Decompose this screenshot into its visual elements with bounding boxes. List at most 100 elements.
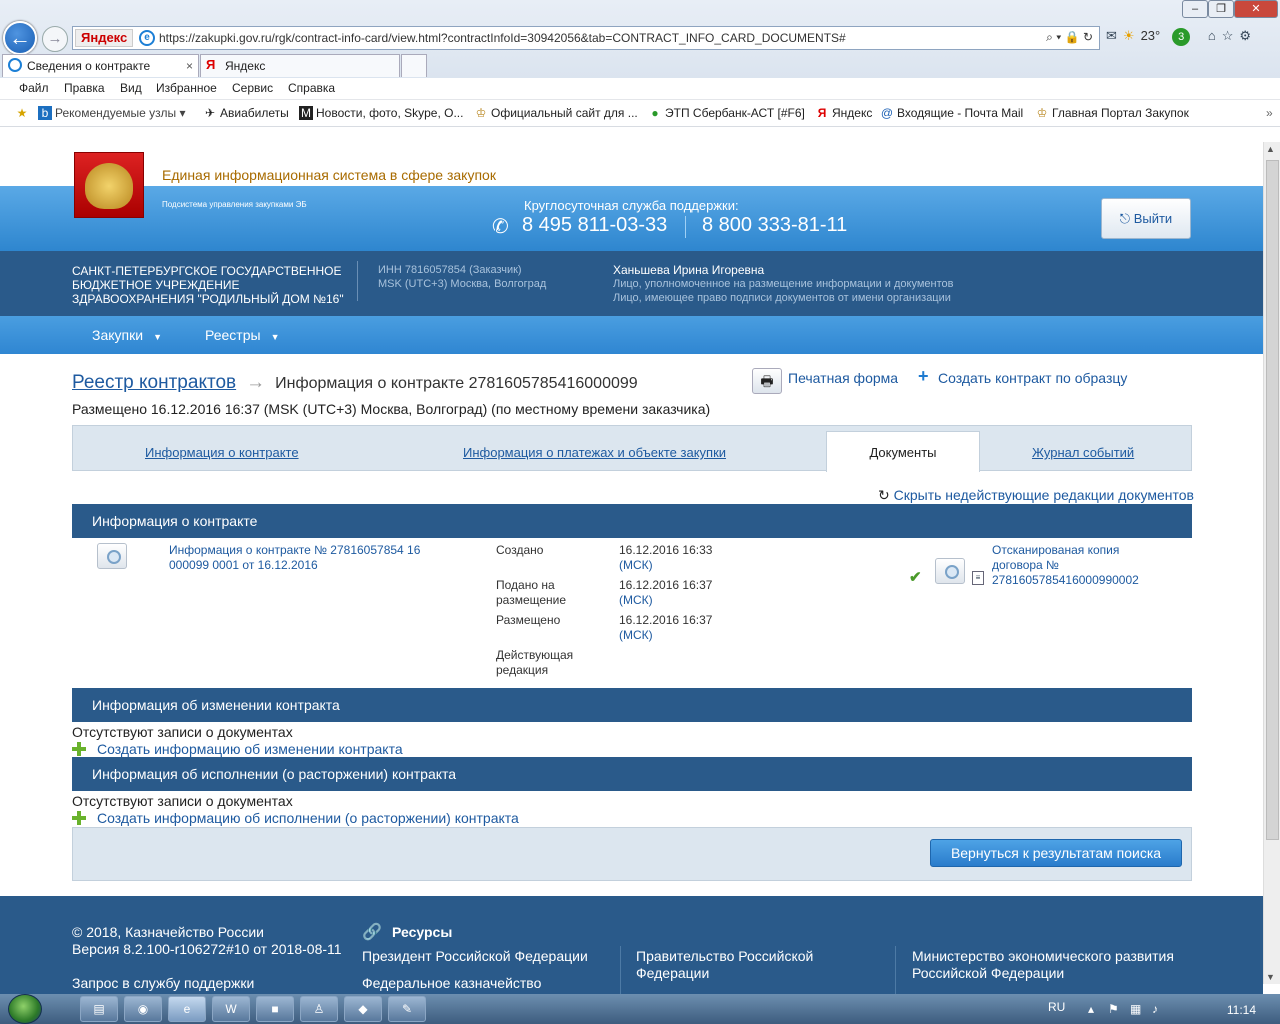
tab-close-icon[interactable]: × xyxy=(186,55,193,77)
print-button[interactable]: 🖶 xyxy=(752,368,782,394)
refresh-icon[interactable]: ↻ xyxy=(1083,30,1093,44)
footer-link-treasury[interactable]: Федеральное казначейство xyxy=(362,975,541,992)
arrow-up-tray-icon[interactable]: ▴ xyxy=(1088,1002,1094,1016)
lock-icon[interactable]: 🔒 xyxy=(1065,30,1080,44)
menu-edit[interactable]: Правка xyxy=(64,81,105,95)
fav-official-site[interactable]: ♔ Официальный сайт для ... xyxy=(474,106,638,120)
create-change-link[interactable]: Создать информацию об изменении контракт… xyxy=(97,741,403,757)
tab-payments[interactable]: Информация о платежах и объекте закупки xyxy=(463,445,726,460)
plus-icon[interactable]: + xyxy=(918,366,929,387)
footer-divider xyxy=(895,946,896,994)
gear-icon[interactable]: ⚙ xyxy=(1239,28,1251,43)
maximize-button[interactable]: ❐ xyxy=(1208,0,1234,18)
back-button[interactable]: ← xyxy=(3,21,37,55)
menu-view[interactable]: Вид xyxy=(120,81,142,95)
forward-button[interactable]: → xyxy=(42,26,68,52)
taskbar-word[interactable]: W xyxy=(212,996,250,1022)
document-view-button[interactable] xyxy=(97,543,127,569)
create-contract-link[interactable]: Создать контракт по образцу xyxy=(938,370,1127,386)
notify-badge[interactable]: 3 xyxy=(1172,28,1191,46)
organization-details: ИНН 7816057854 (Заказчик) MSK (UTC+3) Мос… xyxy=(378,263,546,291)
page-title: Информация о контракте 27816057854160000… xyxy=(275,375,638,392)
footer-link-government[interactable]: Правительство Российской Федерации xyxy=(636,948,866,982)
contract-document-link[interactable]: Информация о контракте № 27816057854 16 … xyxy=(169,543,429,573)
dropdown-icon[interactable]: ▾ xyxy=(1056,30,1061,44)
scrollbar-thumb[interactable] xyxy=(1266,160,1279,840)
browser-tab-yandex[interactable]: Я Яндекс xyxy=(200,54,400,77)
taskbar-app-cube[interactable]: ◆ xyxy=(344,996,382,1022)
star-icon[interactable]: ☆ xyxy=(1222,28,1234,43)
home-icon[interactable]: ⌂ xyxy=(1208,28,1216,43)
page-scrollbar[interactable]: ▲ ▼ xyxy=(1263,142,1280,984)
close-window-button[interactable]: ✕ xyxy=(1234,0,1278,18)
yandex-search-badge[interactable]: Яндекс xyxy=(75,29,134,47)
fav-yandex[interactable]: Я Яндекс xyxy=(815,106,873,120)
taskbar-chrome[interactable]: ◉ xyxy=(124,996,162,1022)
scroll-up-icon[interactable]: ▲ xyxy=(1266,144,1275,154)
coat-of-arms-logo[interactable] xyxy=(74,152,144,218)
start-button[interactable] xyxy=(8,994,42,1024)
scan-view-button[interactable] xyxy=(935,558,965,584)
taskbar-explorer[interactable]: ▤ xyxy=(80,996,118,1022)
footer-link-ministry[interactable]: Министерство экономического развития Рос… xyxy=(912,948,1212,982)
mail-icon[interactable]: ✉ xyxy=(1106,28,1117,43)
posted-info: Размещено 16.12.2016 16:37 (MSK (UTC+3) … xyxy=(72,401,711,417)
flag-icon[interactable]: ⚑ xyxy=(1108,1002,1119,1016)
taskbar-app-people[interactable]: ♙ xyxy=(300,996,338,1022)
url-text[interactable]: https://zakupki.gov.ru/rgk/contract-info… xyxy=(159,31,846,45)
section-contract-info: Информация о контракте xyxy=(72,504,1192,538)
fav-sberbank-ast[interactable]: ● ЭТП Сбербанк-АСТ [#F6] xyxy=(648,106,804,120)
nav-purchases[interactable]: Закупки ▼ xyxy=(92,327,162,343)
ie-tab-icon xyxy=(8,58,22,72)
favorites-bar: ★ b Рекомендуемые узлы ▾ ✈ Авиабилеты M Нов… xyxy=(0,100,1280,127)
hide-inactive-link[interactable]: ↻ Скрыть недействующие редакции документ… xyxy=(878,487,1194,504)
word-icon: W xyxy=(225,1002,237,1016)
nav-registries[interactable]: Реестры ▼ xyxy=(205,327,279,343)
return-to-results-button[interactable]: Вернуться к результатам поиска xyxy=(930,839,1182,867)
clock[interactable]: 11:14 xyxy=(1227,1003,1256,1017)
taskbar-paint[interactable]: ✎ xyxy=(388,996,426,1022)
print-form-link[interactable]: Печатная форма xyxy=(788,370,898,386)
main-nav: Закупки ▼ Реестры ▼ xyxy=(0,316,1263,354)
taskbar-app-red[interactable]: ■ xyxy=(256,996,294,1022)
arrow-right-icon: → xyxy=(47,30,63,47)
menu-file[interactable]: Файл xyxy=(19,81,49,95)
fav-recommended[interactable]: b Рекомендуемые узлы ▾ xyxy=(38,106,186,120)
menu-favorites[interactable]: Избранное xyxy=(156,81,217,95)
footer-link-president[interactable]: Президент Российской Федерации xyxy=(362,948,588,965)
support-request-link[interactable]: Запрос в службу поддержки xyxy=(72,975,254,991)
weather-widget[interactable]: ☀ 23° xyxy=(1123,28,1166,43)
plus-icon[interactable] xyxy=(72,742,86,756)
tab-contract-info[interactable]: Информация о контракте xyxy=(145,445,299,460)
fav-news[interactable]: M Новости, фото, Skype, О... xyxy=(299,106,463,120)
logout-button[interactable]: ⎋ Выйти xyxy=(1101,198,1191,239)
volume-icon[interactable]: ♪ xyxy=(1152,1002,1158,1016)
minimize-button[interactable]: – xyxy=(1182,0,1208,18)
fav-overflow-icon[interactable]: » xyxy=(1266,106,1273,120)
create-execution-link[interactable]: Создать информацию об исполнении (о раст… xyxy=(97,810,519,826)
org-divider xyxy=(357,261,358,301)
search-icon[interactable]: ⌕ xyxy=(1046,30,1053,44)
address-bar[interactable]: Яндекс e https://zakupki.gov.ru/rgk/cont… xyxy=(72,26,1100,50)
breadcrumb-link-registry[interactable]: Реестр контрактов xyxy=(72,372,236,393)
scroll-down-icon[interactable]: ▼ xyxy=(1266,972,1275,982)
browser-tab-contract[interactable]: Сведения о контракте × xyxy=(2,54,199,77)
nav-label: Закупки xyxy=(92,327,144,343)
fav-label: Входящие - Почта Mail xyxy=(897,106,1024,120)
favorites-star-icon[interactable]: ★ xyxy=(15,106,32,120)
address-tools[interactable]: ⌕ ▾ 🔒 ↻ xyxy=(1046,30,1093,45)
plus-icon[interactable] xyxy=(72,811,86,825)
fav-tickets[interactable]: ✈ Авиабилеты xyxy=(203,106,289,120)
scan-copy-link[interactable]: Отсканированая копия договора № 27816057… xyxy=(992,543,1172,588)
taskbar-ie[interactable]: e xyxy=(168,996,206,1022)
new-tab-button[interactable] xyxy=(401,54,427,77)
menu-service[interactable]: Сервис xyxy=(232,81,273,95)
fav-zakupki-portal[interactable]: ♔ Главная Портал Закупок xyxy=(1035,106,1189,120)
menu-help[interactable]: Справка xyxy=(288,81,335,95)
tab-documents[interactable]: Документы xyxy=(826,431,980,472)
footer-divider xyxy=(620,946,621,994)
language-indicator[interactable]: RU xyxy=(1048,1000,1065,1014)
fav-mail[interactable]: @ Входящие - Почта Mail xyxy=(880,106,1023,120)
tab-journal[interactable]: Журнал событий xyxy=(1032,445,1134,460)
network-icon[interactable]: ▦ xyxy=(1130,1002,1141,1016)
